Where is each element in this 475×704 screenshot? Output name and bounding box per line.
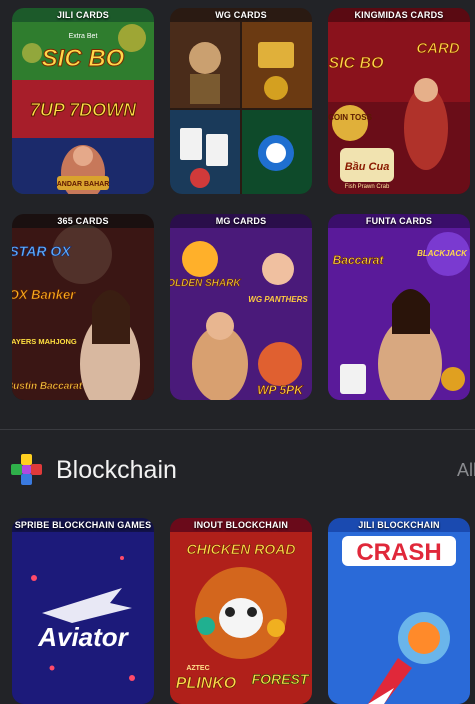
cube-cluster-icon — [8, 451, 46, 489]
game-tile-365-cards[interactable]: 365 CARDS STAR OX OX Banker 2 PLAYERS MA… — [12, 214, 154, 400]
game-title-aviator: Aviator — [37, 622, 129, 652]
tile-label: JILI BLOCKCHAIN — [358, 520, 440, 530]
tile-label: INOUT BLOCKCHAIN — [193, 520, 289, 530]
tile-label: SPRIBE BLOCKCHAIN GAMES — [14, 520, 152, 530]
game-title-chicken-road: CHICKEN ROAD — [187, 541, 296, 557]
tile-label: KINGMIDAS CARDS — [354, 10, 444, 20]
subtitle-text: Extra Bet — [69, 33, 98, 40]
tile-artwork: Baccarat BLACKJACK — [328, 214, 470, 400]
game-title-sic-bo: SIC BO — [42, 45, 125, 72]
game-title-golden-shark: GOLDEN SHARK — [170, 278, 241, 289]
game-title-forest: FOREST — [252, 671, 310, 687]
tile-artwork: GOLDEN SHARK WG PANTHERS WP 5PK — [170, 214, 312, 400]
tile-artwork: STAR OX OX Banker 2 PLAYERS MAHJONG Bust… — [12, 214, 154, 400]
game-title-ox-banker: OX Banker — [12, 287, 76, 302]
game-title-baccarat: Baccarat — [333, 253, 385, 267]
game-tile-wg-cards[interactable]: WG CARDS — [170, 8, 312, 194]
tile-label: 365 CARDS — [57, 216, 109, 226]
game-tile-kingmidas-cards[interactable]: KINGMIDAS CARDS SIC BO CARD COIN TOSS Bầ… — [328, 8, 470, 194]
game-tile-jili-cards[interactable]: JILI CARDS Extra Bet SIC BO 7UP 7DOWN AN… — [12, 8, 154, 194]
game-title-aztec: AZTEC — [186, 665, 209, 672]
tile-artwork — [170, 8, 312, 194]
game-title-crash: CRASH — [356, 539, 441, 566]
see-all-link[interactable]: All — [457, 460, 475, 481]
game-title-mahjong: 2 PLAYERS MAHJONG — [12, 337, 77, 346]
tile-artwork: SIC BO CARD COIN TOSS Bầu Cua Fish Prawn… — [328, 8, 470, 194]
tile-label: JILI CARDS — [56, 10, 109, 20]
game-title-wg-panthers: WG PANTHERS — [248, 295, 308, 304]
game-title-7up: 7UP 7DOWN — [30, 100, 137, 120]
game-title-coin-toss: COIN TOSS — [328, 113, 373, 122]
game-title-bustin: Bustin Baccarat — [12, 381, 83, 392]
game-title-bau-cua: Bầu Cua — [345, 161, 390, 173]
game-tile-inout-blockchain[interactable]: INOUT BLOCKCHAIN CHICKEN ROAD AZTEC PLIN… — [170, 518, 312, 704]
tile-label: MG CARDS — [215, 216, 267, 226]
game-tile-mg-cards[interactable]: MG CARDS GOLDEN SHARK WG PANTHERS WP 5PK — [170, 214, 312, 400]
tile-artwork: Aviator — [12, 518, 154, 704]
section-divider — [0, 429, 475, 430]
tile-artwork: Extra Bet SIC BO 7UP 7DOWN ANDAR BAHAR — [12, 8, 154, 194]
game-title-blackjack: BLACKJACK — [417, 249, 468, 258]
game-tile-funta-cards[interactable]: FUNTA CARDS Baccarat BLACKJACK — [328, 214, 470, 400]
game-title-wp-5pk: WP 5PK — [257, 383, 304, 397]
section-header: Blockchain — [8, 451, 177, 489]
game-title-plinko: PLINKO — [176, 675, 237, 692]
game-title-star-ox: STAR OX — [12, 243, 72, 259]
tile-artwork: CHICKEN ROAD AZTEC PLINKO FOREST — [170, 518, 312, 704]
game-title-andar-bahar: ANDAR BAHAR — [57, 181, 110, 188]
game-tile-spribe-blockchain[interactable]: SPRIBE BLOCKCHAIN GAMES Aviator — [12, 518, 154, 704]
tile-artwork: CRASH — [328, 518, 470, 704]
game-tile-jili-blockchain[interactable]: JILI BLOCKCHAIN CRASH — [328, 518, 470, 704]
game-title-card: CARD — [416, 40, 459, 57]
subtitle-text: Fish Prawn Crab — [345, 184, 390, 190]
tile-label: WG CARDS — [215, 10, 267, 20]
section-title: Blockchain — [56, 455, 177, 484]
tile-label: FUNTA CARDS — [365, 216, 433, 226]
game-title-sic-bo-km: SIC BO — [328, 55, 384, 72]
